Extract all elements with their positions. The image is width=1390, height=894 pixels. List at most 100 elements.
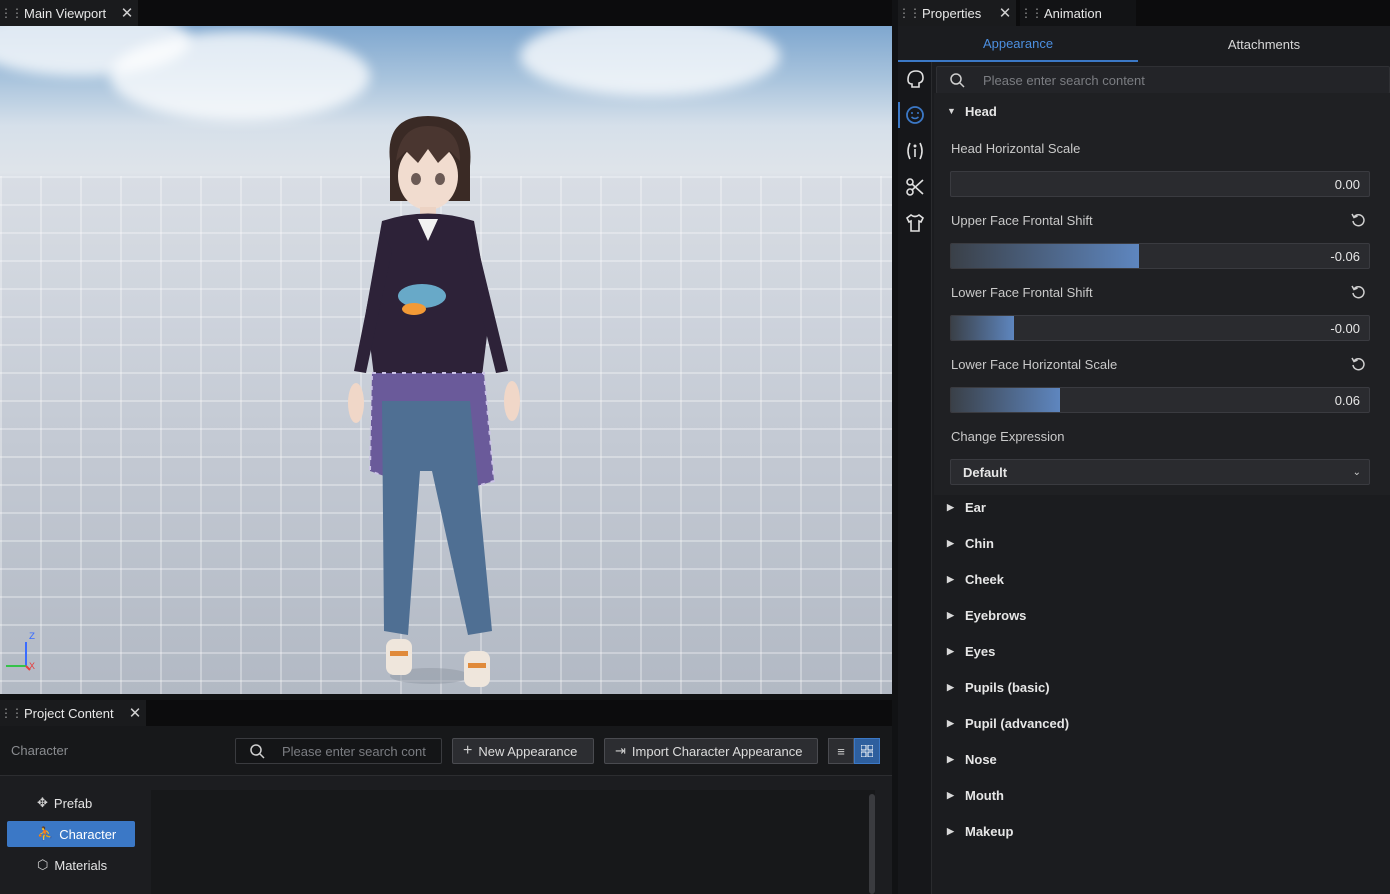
tab-label: Animation: [1044, 5, 1102, 21]
scissors-icon[interactable]: [902, 174, 928, 200]
lower-face-horizontal-scale-slider[interactable]: 0.06: [950, 387, 1370, 413]
axis-gizmo-icon: [6, 642, 31, 671]
drag-handle-icon[interactable]: ⋮⋮: [1020, 6, 1043, 20]
chevron-down-icon: ⌄: [1352, 466, 1361, 478]
project-search-input[interactable]: Please enter search cont: [235, 738, 442, 764]
tab-attachments[interactable]: Attachments: [1138, 26, 1390, 62]
section-label: Nose: [965, 751, 997, 767]
new-appearance-button[interactable]: + New Appearance: [452, 738, 594, 764]
param-label: Upper Face Frontal Shift: [951, 213, 1093, 228]
import-appearance-button[interactable]: ⇥ Import Character Appearance: [604, 738, 818, 764]
section-label: Chin: [965, 535, 994, 551]
plus-icon: +: [463, 742, 473, 759]
shirt-icon[interactable]: [902, 210, 928, 236]
expand-triangle-icon: ▶: [947, 681, 954, 692]
axis-z-label: Z: [29, 632, 36, 643]
select-value: Default: [963, 464, 1008, 480]
section-ear[interactable]: ▶ Ear: [934, 489, 1390, 525]
active-indicator: [898, 102, 900, 128]
tab-animation[interactable]: ⋮⋮ Animation: [1020, 0, 1136, 26]
tab-label: Properties: [922, 5, 982, 21]
section-pupils-basic[interactable]: ▶ Pupils (basic): [934, 669, 1390, 705]
properties-search-input[interactable]: Please enter search content: [936, 66, 1390, 94]
section-makeup[interactable]: ▶ Makeup: [934, 813, 1390, 849]
upper-face-frontal-shift-slider[interactable]: -0.06: [950, 243, 1370, 269]
reset-icon[interactable]: [1350, 284, 1366, 300]
section-chin[interactable]: ▶ Chin: [934, 525, 1390, 561]
collapse-triangle-icon: ▼: [947, 106, 956, 116]
search-placeholder: Please enter search cont: [282, 743, 426, 759]
param-label: Change Expression: [951, 429, 1065, 444]
section-label: Eyes: [965, 643, 996, 659]
search-icon: [950, 73, 965, 88]
section-head[interactable]: ▼ Head: [934, 93, 1390, 129]
section-label: Eyebrows: [965, 607, 1027, 623]
character-model[interactable]: [310, 111, 550, 691]
slider-fill: [951, 388, 1060, 412]
section-mouth[interactable]: ▶ Mouth: [934, 777, 1390, 813]
project-content-panel: Character Please enter search cont + New…: [0, 726, 892, 894]
panel-footer: [934, 850, 1390, 894]
reset-icon[interactable]: [1350, 212, 1366, 228]
import-icon: ⇥: [615, 743, 626, 758]
head-horizontal-scale-slider[interactable]: 0.00: [950, 171, 1370, 197]
expand-triangle-icon: ▶: [947, 825, 954, 836]
expand-triangle-icon: ▶: [947, 645, 954, 656]
section-label: Makeup: [965, 823, 1014, 839]
param-label: Lower Face Frontal Shift: [951, 285, 1093, 300]
section-label: Head: [965, 103, 997, 119]
new-appearance-label: New Appearance: [478, 743, 578, 759]
section-label: Pupils (basic): [965, 679, 1050, 695]
section-label: Pupil (advanced): [965, 715, 1070, 731]
category-sidebar: [898, 62, 932, 894]
tab-properties[interactable]: ⋮⋮ Properties ✕: [898, 0, 1016, 26]
section-pupil-advanced[interactable]: ▶ Pupil (advanced): [934, 705, 1390, 741]
tab-appearance[interactable]: Appearance: [898, 26, 1138, 62]
section-eyebrows[interactable]: ▶ Eyebrows: [934, 597, 1390, 633]
list-view-icon[interactable]: ≡: [828, 738, 854, 764]
nav-item-character[interactable]: ⛹ Character: [7, 821, 135, 847]
expand-triangle-icon: ▶: [947, 753, 954, 764]
slider-fill: [951, 316, 1014, 340]
face-icon[interactable]: [902, 102, 928, 128]
nav-item-materials[interactable]: ⬡ Materials: [7, 852, 135, 878]
nav-item-prefab[interactable]: ✥ Prefab: [7, 790, 135, 816]
drag-handle-icon[interactable]: ⋮⋮: [0, 6, 23, 20]
grid-view-icon[interactable]: [854, 738, 880, 764]
lower-face-frontal-shift-slider[interactable]: -0.00: [950, 315, 1370, 341]
close-icon[interactable]: ✕: [116, 4, 138, 22]
3d-viewport[interactable]: Z X: [0, 26, 892, 694]
slider-value: -0.06: [1330, 249, 1360, 264]
head-shape-icon[interactable]: [902, 66, 928, 92]
reset-icon[interactable]: [1350, 356, 1366, 372]
tab-project-content[interactable]: ⋮⋮ Project Content ✕: [0, 700, 146, 726]
expression-select[interactable]: Default ⌄: [950, 459, 1370, 485]
expand-triangle-icon: ▶: [947, 573, 954, 584]
search-icon: [250, 744, 265, 759]
param-label: Head Horizontal Scale: [951, 141, 1081, 156]
drag-handle-icon[interactable]: ⋮⋮: [898, 6, 921, 20]
search-placeholder: Please enter search content: [983, 72, 1145, 88]
drag-handle-icon[interactable]: ⋮⋮: [0, 706, 23, 720]
content-grid-area[interactable]: [151, 790, 875, 894]
section-label: Cheek: [965, 571, 1005, 587]
nav-label: Prefab: [53, 795, 93, 811]
properties-panel: Appearance Attachments Please enter sear…: [898, 26, 1390, 894]
breadcrumb[interactable]: Character: [11, 743, 68, 758]
section-nose[interactable]: ▶ Nose: [934, 741, 1390, 777]
section-label: Mouth: [965, 787, 1004, 803]
nav-label: Character: [59, 826, 117, 842]
section-cheek[interactable]: ▶ Cheek: [934, 561, 1390, 597]
close-icon[interactable]: ✕: [994, 4, 1016, 22]
prefab-icon: ✥: [37, 795, 48, 810]
section-eyes[interactable]: ▶ Eyes: [934, 633, 1390, 669]
expand-triangle-icon: ▶: [947, 537, 954, 548]
body-proportion-icon[interactable]: [902, 138, 928, 164]
close-icon[interactable]: ✕: [124, 704, 146, 722]
scrollbar[interactable]: [869, 794, 875, 894]
expand-triangle-icon: ▶: [947, 609, 954, 620]
project-toolbar: Character Please enter search cont + New…: [0, 726, 892, 776]
tab-main-viewport[interactable]: ⋮⋮ Main Viewport ✕: [0, 0, 138, 26]
cube-icon: ⬡: [37, 857, 49, 872]
axis-x-label: X: [29, 662, 36, 673]
